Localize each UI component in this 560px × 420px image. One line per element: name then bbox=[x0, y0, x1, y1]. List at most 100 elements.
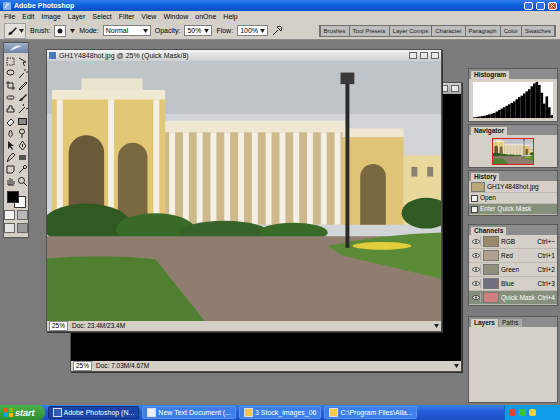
menu-item[interactable]: Edit bbox=[22, 12, 34, 21]
mode-select[interactable]: Normal bbox=[103, 25, 151, 36]
marquee-icon[interactable] bbox=[5, 56, 16, 67]
eyedropper-icon[interactable] bbox=[17, 164, 28, 175]
zoom-field[interactable]: 25% bbox=[73, 361, 92, 371]
menu-item[interactable]: Select bbox=[92, 12, 111, 21]
pen-icon[interactable] bbox=[5, 152, 16, 163]
panel-tab[interactable]: Navigator bbox=[471, 127, 507, 135]
airbrush-icon[interactable] bbox=[272, 25, 283, 36]
palette-well-tab[interactable]: Brushes bbox=[321, 26, 349, 36]
history-step[interactable]: Enter Quick Mask bbox=[469, 204, 557, 215]
taskbar-item[interactable]: C:\Program Files\Alla... bbox=[324, 406, 417, 419]
maximize-button[interactable] bbox=[536, 2, 545, 10]
taskbar-item[interactable]: New Text Document (... bbox=[142, 406, 236, 419]
start-button[interactable]: start bbox=[0, 405, 45, 420]
close-button[interactable] bbox=[548, 2, 557, 10]
channel-row[interactable]: GreenCtrl+2 bbox=[469, 263, 557, 277]
move-icon[interactable] bbox=[17, 56, 28, 67]
tray-icon[interactable] bbox=[509, 409, 516, 416]
channel-row[interactable]: RGBCtrl+~ bbox=[469, 235, 557, 249]
channel-row[interactable]: Quick MaskCtrl+4 bbox=[469, 291, 557, 305]
visibility-toggle[interactable] bbox=[471, 237, 481, 246]
taskbar-item[interactable]: Adobe Photoshop (N... bbox=[48, 406, 140, 419]
dropdown-arrow-icon[interactable] bbox=[143, 29, 148, 33]
dodge-icon[interactable] bbox=[17, 128, 28, 139]
document-window[interactable]: GH1Y4848hot.jpg @ 25% (Quick Mask/8)25%D… bbox=[46, 49, 442, 332]
menu-item[interactable]: onOne bbox=[195, 12, 216, 21]
panel-tab[interactable]: Paths bbox=[499, 319, 522, 327]
dropdown-arrow-icon[interactable] bbox=[70, 29, 75, 33]
visibility-toggle[interactable] bbox=[471, 265, 481, 274]
palette-well-tab[interactable]: Character bbox=[432, 26, 464, 36]
tool-preset-picker[interactable] bbox=[4, 23, 26, 39]
full-screen-button[interactable] bbox=[17, 223, 28, 233]
quick-mask-button[interactable] bbox=[17, 210, 28, 220]
minimize-button[interactable] bbox=[524, 2, 533, 10]
menu-item[interactable]: Window bbox=[163, 12, 188, 21]
magic-wand-icon[interactable] bbox=[17, 68, 28, 79]
lasso-icon[interactable] bbox=[5, 68, 16, 79]
foreground-color[interactable] bbox=[7, 191, 19, 203]
panel-tab[interactable]: Histogram bbox=[471, 71, 509, 79]
standard-mode-button[interactable] bbox=[4, 210, 15, 220]
channel-row[interactable]: BlueCtrl+3 bbox=[469, 277, 557, 291]
screen-mode-button[interactable] bbox=[4, 223, 15, 233]
palette-well-tab[interactable]: Tool Presets bbox=[350, 26, 389, 36]
close-button[interactable] bbox=[431, 52, 439, 59]
eye-icon bbox=[472, 253, 480, 258]
blur-icon[interactable] bbox=[5, 128, 16, 139]
channel-row[interactable]: RedCtrl+1 bbox=[469, 249, 557, 263]
navigator-thumbnail[interactable] bbox=[492, 138, 534, 165]
zoom-icon[interactable] bbox=[17, 176, 28, 187]
slice-icon[interactable] bbox=[17, 80, 28, 91]
brush-preview[interactable] bbox=[54, 25, 66, 37]
menu-item[interactable]: File bbox=[4, 12, 15, 21]
pen-nib-icon[interactable] bbox=[17, 140, 28, 151]
crop-icon[interactable] bbox=[5, 80, 16, 91]
visibility-toggle[interactable] bbox=[471, 251, 481, 260]
palette-well-tab[interactable]: Color bbox=[501, 26, 521, 36]
palette-well-tab[interactable]: Layer Comps bbox=[390, 26, 432, 36]
dropdown-arrow-icon[interactable] bbox=[19, 29, 24, 33]
panel-tab[interactable]: History bbox=[471, 173, 499, 181]
menu-item[interactable]: Help bbox=[223, 12, 237, 21]
visibility-toggle[interactable] bbox=[471, 279, 481, 288]
opacity-field[interactable]: 50% bbox=[184, 25, 212, 36]
tray-icon[interactable] bbox=[529, 409, 536, 416]
brush-tool-icon[interactable] bbox=[6, 25, 18, 37]
dropdown-arrow-icon[interactable] bbox=[434, 324, 439, 328]
panel-tab[interactable]: Channels bbox=[471, 227, 506, 235]
navigator-view-box[interactable] bbox=[492, 138, 534, 165]
history-step[interactable]: Open bbox=[469, 193, 557, 204]
history-brush-icon[interactable] bbox=[17, 104, 28, 115]
tray-icon[interactable] bbox=[519, 409, 526, 416]
flow-field[interactable]: 100% bbox=[237, 25, 268, 36]
eraser-icon[interactable] bbox=[5, 116, 16, 127]
maximize-button[interactable] bbox=[420, 52, 428, 59]
minimize-button[interactable] bbox=[409, 52, 417, 59]
healing-icon[interactable] bbox=[5, 92, 16, 103]
menu-item[interactable]: View bbox=[141, 12, 156, 21]
panel-header: Histogram bbox=[469, 69, 557, 79]
visibility-toggle[interactable] bbox=[471, 293, 481, 302]
notes-icon[interactable] bbox=[5, 164, 16, 175]
taskbar-item[interactable]: 3 Stock_images_06 bbox=[239, 406, 321, 419]
panel-tab[interactable]: Layers bbox=[471, 319, 498, 327]
zoom-field[interactable]: 25% bbox=[49, 321, 68, 331]
shape-icon[interactable] bbox=[17, 152, 28, 163]
menu-item[interactable]: Layer bbox=[68, 12, 86, 21]
menu-item[interactable]: Image bbox=[41, 12, 60, 21]
dropdown-arrow-icon[interactable] bbox=[454, 364, 459, 368]
path-select-icon[interactable] bbox=[5, 140, 16, 151]
brush-icon[interactable] bbox=[17, 92, 28, 103]
close-button[interactable] bbox=[451, 85, 459, 92]
menu-item[interactable]: Filter bbox=[119, 12, 135, 21]
dropdown-arrow-icon[interactable] bbox=[260, 29, 265, 33]
palette-well-tab[interactable]: Swatches bbox=[522, 26, 554, 36]
gradient-icon[interactable] bbox=[17, 116, 28, 127]
dropdown-arrow-icon[interactable] bbox=[204, 29, 209, 33]
palette-well-tab[interactable]: Paragraph bbox=[466, 26, 500, 36]
hand-icon[interactable] bbox=[5, 176, 16, 187]
stamp-icon[interactable] bbox=[5, 104, 16, 115]
toolbox-header[interactable] bbox=[4, 43, 28, 53]
history-snapshot[interactable]: GH1Y4848hot.jpg bbox=[469, 181, 557, 193]
